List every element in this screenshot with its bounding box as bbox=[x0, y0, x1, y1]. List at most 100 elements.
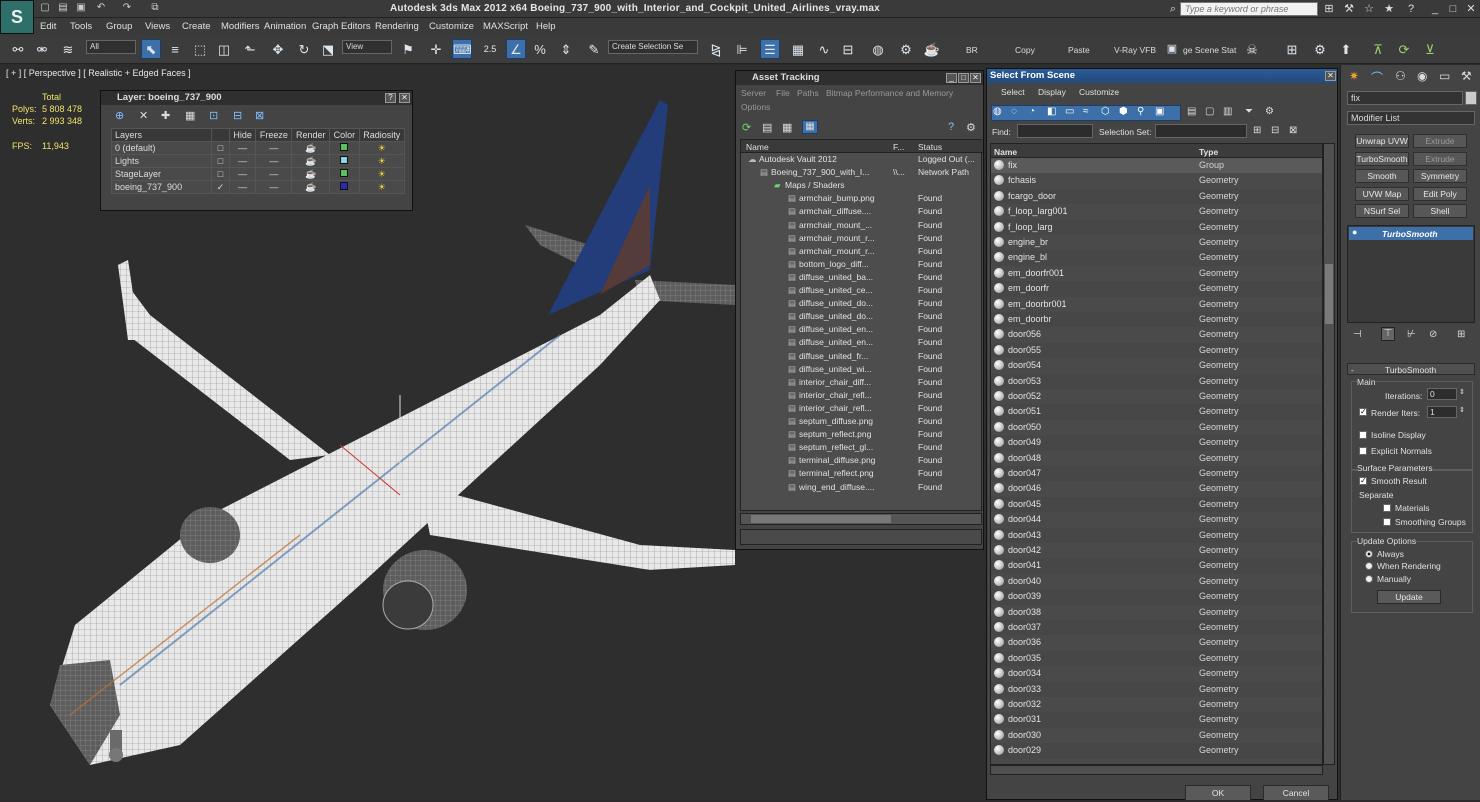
menu-modifiers[interactable]: Modifiers bbox=[221, 21, 260, 32]
find-input[interactable] bbox=[1017, 124, 1093, 138]
object-row[interactable]: engine_bl Geometry bbox=[991, 250, 1322, 266]
object-row[interactable]: engine_br Geometry bbox=[991, 235, 1322, 251]
asset-row[interactable]: ▤ diffuse_united_ba... Found bbox=[741, 272, 983, 285]
skull-script-icon[interactable]: ☠ bbox=[1242, 39, 1262, 59]
object-row[interactable]: door038 Geometry bbox=[991, 604, 1322, 620]
modify-tab-icon[interactable]: ⌒ bbox=[1371, 69, 1383, 86]
asset-row[interactable]: ▤ Boeing_737_900_with_I... \\... Network Pa… bbox=[741, 167, 983, 180]
edit-named-sel-icon[interactable]: ✎ bbox=[584, 39, 604, 59]
schematic-icon[interactable]: ⊟ bbox=[838, 39, 858, 59]
asset-row[interactable]: ▤ bottom_logo_diff... Found bbox=[741, 259, 983, 272]
modifier-button[interactable]: Extrude bbox=[1413, 134, 1467, 148]
layer-current-checkmark-icon[interactable]: ✓ bbox=[211, 180, 230, 194]
asset-row[interactable]: ▤ terminal_diffuse.png Found bbox=[741, 455, 983, 468]
maximize-icon[interactable]: □ bbox=[1446, 2, 1460, 16]
layer-row[interactable]: boeing_737_900 ✓ — — ☕ ☀ bbox=[111, 180, 406, 194]
manually-radio[interactable] bbox=[1365, 575, 1373, 583]
at-settings-icon[interactable]: ⚙ bbox=[966, 121, 976, 134]
table-view-icon[interactable]: ▦ bbox=[802, 120, 818, 134]
iterations-spinner[interactable]: 0 bbox=[1427, 388, 1457, 400]
object-row[interactable]: door055 Geometry bbox=[991, 342, 1322, 359]
when-rendering-radio[interactable] bbox=[1365, 562, 1373, 570]
at-menu-paths[interactable]: Paths bbox=[797, 88, 819, 98]
material-editor-icon[interactable]: ◍ bbox=[868, 39, 888, 59]
asset-row[interactable]: ▤ armchair_bump.png Found bbox=[741, 193, 983, 206]
layer-name[interactable]: 0 (default) bbox=[111, 141, 212, 155]
script-icon-6[interactable]: ⊻ bbox=[1420, 39, 1440, 59]
object-row[interactable]: fix Group bbox=[991, 158, 1322, 174]
hide-all-icon[interactable]: ⊟ bbox=[233, 109, 242, 122]
asset-row[interactable]: ▤ diffuse_united_ce... Found bbox=[741, 285, 983, 298]
select-invert-icon[interactable]: ▥ bbox=[1223, 106, 1232, 117]
select-none-icon[interactable]: ▢ bbox=[1205, 106, 1214, 117]
sfs-horizontal-scrollbar[interactable] bbox=[990, 765, 1323, 775]
curve-editor-icon[interactable]: ∿ bbox=[814, 39, 834, 59]
object-row[interactable]: door053 Geometry bbox=[991, 373, 1322, 389]
object-row[interactable]: door050 Geometry bbox=[991, 419, 1322, 436]
paste-label[interactable]: Paste bbox=[1068, 45, 1090, 55]
viewport-label[interactable]: [ + ] [ Perspective ] [ Realistic + Edge… bbox=[6, 68, 191, 78]
manipulate-icon[interactable]: ✛ bbox=[426, 39, 446, 59]
object-row[interactable]: door042 Geometry bbox=[991, 543, 1322, 559]
asset-row[interactable]: ▤ diffuse_united_en... Found bbox=[741, 324, 983, 337]
modifier-button[interactable]: Extrude bbox=[1413, 152, 1467, 166]
object-row[interactable]: door030 Geometry bbox=[991, 727, 1322, 744]
layer-dialog-title[interactable]: Layer: boeing_737_900 bbox=[101, 91, 412, 105]
sfs-vertical-scrollbar[interactable] bbox=[1323, 143, 1335, 765]
at-horizontal-scrollbar[interactable] bbox=[740, 513, 982, 525]
freeze-toggle[interactable]: — bbox=[255, 167, 293, 181]
communication-icon[interactable]: ⚒ bbox=[1342, 2, 1356, 16]
layer-color-swatch[interactable] bbox=[340, 143, 349, 151]
remove-modifier-icon[interactable]: ⊘ bbox=[1429, 329, 1437, 340]
move-icon[interactable]: ✥ bbox=[268, 39, 288, 59]
modifier-button[interactable]: TurboSmooth bbox=[1355, 152, 1409, 166]
close-icon[interactable]: ✕ bbox=[1464, 2, 1478, 16]
select-layer-icon[interactable]: ▦ bbox=[185, 109, 195, 122]
app-logo-icon[interactable]: S bbox=[0, 0, 34, 34]
save-file-icon[interactable]: ▣ bbox=[74, 2, 88, 15]
menu-rendering[interactable]: Rendering bbox=[375, 21, 419, 32]
isoline-checkbox[interactable] bbox=[1359, 431, 1367, 439]
modifier-button[interactable]: Unwrap UVW bbox=[1355, 134, 1409, 148]
hide-toggle[interactable]: — bbox=[228, 167, 257, 181]
motion-tab-icon[interactable]: ◉ bbox=[1417, 69, 1427, 83]
make-unique-icon[interactable]: ⊬ bbox=[1407, 329, 1416, 340]
select-by-name-icon[interactable]: ≡ bbox=[165, 39, 185, 59]
script-icon-4[interactable]: ⊼ bbox=[1368, 39, 1388, 59]
menu-help[interactable]: Help bbox=[536, 21, 556, 32]
radiosity-icon[interactable]: ☀ bbox=[358, 141, 406, 155]
sfs-title[interactable]: Select From Scene bbox=[987, 69, 1337, 83]
object-row[interactable]: door048 Geometry bbox=[991, 450, 1322, 466]
object-row[interactable]: door052 Geometry bbox=[991, 389, 1322, 405]
filter-xrefs-icon[interactable]: ⬢ bbox=[1119, 106, 1128, 117]
asset-row[interactable]: ▤ diffuse_united_do... Found bbox=[741, 298, 983, 311]
asset-row[interactable]: ▤ septum_reflect.png Found bbox=[741, 429, 983, 442]
display-tab-icon[interactable]: ▭ bbox=[1439, 69, 1450, 83]
hide-toggle[interactable]: — bbox=[228, 141, 257, 155]
asset-row[interactable]: ▤ armchair_mount_r... Found bbox=[741, 246, 983, 259]
object-row[interactable]: door056 Geometry bbox=[991, 327, 1322, 343]
delete-layer-icon[interactable]: ✕ bbox=[139, 109, 148, 122]
redo-icon[interactable]: ↷ bbox=[120, 2, 134, 15]
object-row[interactable]: f_loop_larg001 Geometry bbox=[991, 204, 1322, 220]
at-minimize-icon[interactable]: _ bbox=[946, 73, 957, 83]
sfs-menu-display[interactable]: Display bbox=[1038, 87, 1066, 97]
sfs-col-type[interactable]: Type bbox=[1199, 147, 1218, 157]
percent-snap-icon[interactable]: % bbox=[530, 39, 550, 59]
pin-stack-icon[interactable]: ⊣ bbox=[1353, 329, 1362, 340]
object-row[interactable]: fchasis Geometry bbox=[991, 173, 1322, 189]
layer-active-icon[interactable]: □ bbox=[211, 141, 230, 155]
render-iters-spin-arrows-icon[interactable]: ⇕ bbox=[1459, 406, 1465, 414]
filter-funnel-icon[interactable]: ⏷ bbox=[1245, 106, 1253, 117]
menu-animation[interactable]: Animation bbox=[264, 21, 306, 32]
bind-space-warp-icon[interactable]: ≋ bbox=[58, 39, 78, 59]
object-row[interactable]: door033 Geometry bbox=[991, 681, 1322, 697]
at-path-field[interactable] bbox=[740, 529, 982, 545]
link-icon[interactable]: ⚯ bbox=[8, 39, 28, 59]
minimize-icon[interactable]: _ bbox=[1428, 2, 1442, 16]
rollout-collapse-icon[interactable]: - bbox=[1351, 365, 1354, 375]
asset-row[interactable]: ▤ diffuse_united_fr... Found bbox=[741, 351, 983, 364]
modifier-list-dropdown[interactable]: Modifier List bbox=[1347, 111, 1475, 125]
modifier-button[interactable]: Smooth bbox=[1355, 169, 1409, 183]
at-menu-options[interactable]: Options bbox=[741, 102, 770, 112]
